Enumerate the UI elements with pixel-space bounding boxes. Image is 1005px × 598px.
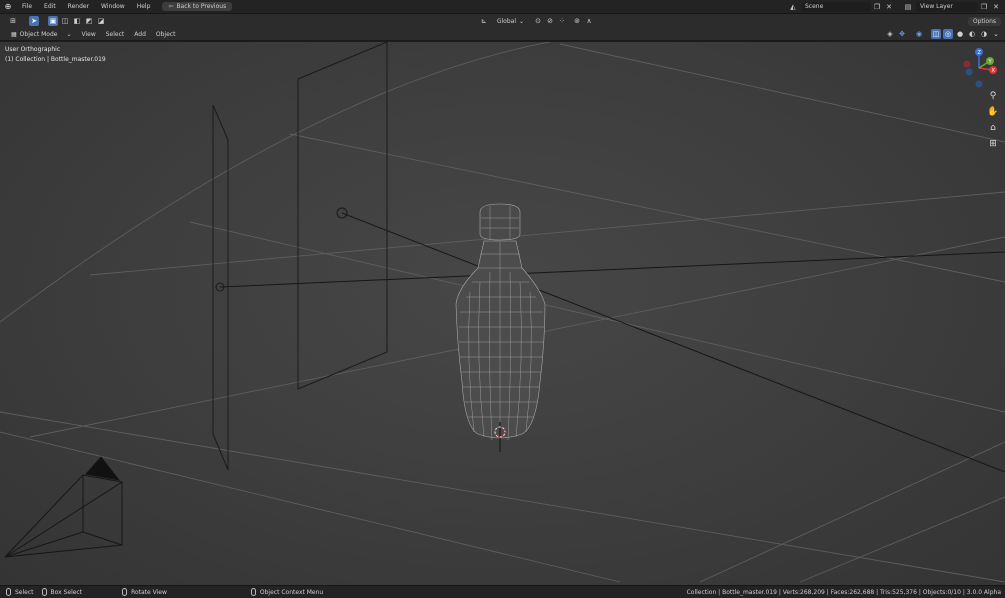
- collection-info: (1) Collection | Bottle_master.019: [5, 56, 106, 63]
- back-to-previous-label: Back to Previous: [176, 3, 227, 10]
- bottle-wireframe: [455, 203, 546, 441]
- 3d-viewport[interactable]: User Orthographic (1) Collection | Bottl…: [0, 42, 1005, 585]
- back-to-previous-button[interactable]: ⇦ Back to Previous: [162, 2, 233, 11]
- status-rotate-view-label: Rotate View: [131, 588, 167, 596]
- tool-settings-bar: ⊞ ➤ ▣ ◫ ◧ ◩ ◪ ⊾ Global ⌄ ⊙ ⊘ ⁘ ⊚ ∧ Optio…: [0, 14, 1005, 28]
- menu-window[interactable]: Window: [95, 3, 131, 10]
- gizmo-toggle-icon[interactable]: ✥: [897, 29, 907, 39]
- snap-toggle-icon[interactable]: ⊘: [545, 16, 555, 26]
- pivot-point-icon[interactable]: ⊙: [533, 16, 543, 26]
- menu-render[interactable]: Render: [62, 3, 95, 10]
- header-menu-view[interactable]: View: [77, 31, 101, 38]
- light-direction-lines: [219, 212, 1005, 473]
- proportional-editing-icon[interactable]: ⊚: [572, 16, 582, 26]
- new-scene-icon[interactable]: ❐: [872, 2, 882, 12]
- overlay-toggle-icon[interactable]: ◉: [914, 29, 924, 39]
- chevron-down-icon: ⌄: [66, 30, 72, 38]
- editor-type-icon[interactable]: ⊞: [6, 16, 20, 26]
- gizmo-z-label: Z: [978, 50, 982, 56]
- object-mode-icon: ▦: [11, 30, 17, 38]
- gizmo-neg-y-icon[interactable]: [965, 68, 973, 76]
- transform-orientation-icon[interactable]: ⊾: [479, 16, 489, 26]
- chevron-down-icon: ⌄: [518, 17, 525, 25]
- scene-canvas: [0, 42, 1005, 583]
- view-layer-icon[interactable]: ▤: [901, 2, 915, 12]
- mouse-left-icon: [6, 588, 11, 596]
- select-mode-extend-icon[interactable]: ◫: [60, 16, 70, 26]
- gizmo-x-label: X: [992, 68, 996, 74]
- new-view-layer-icon[interactable]: ❐: [979, 2, 989, 12]
- delete-view-layer-icon[interactable]: ✕: [991, 2, 1001, 12]
- transform-orientation-dropdown[interactable]: Global ⌄: [492, 17, 529, 26]
- snap-target-icon[interactable]: ⁘: [557, 16, 567, 26]
- shading-options-icon[interactable]: ⌄: [991, 29, 1001, 39]
- options-label: Options: [972, 17, 997, 25]
- status-bar: Select Box Select Rotate View Object Con…: [0, 585, 1005, 598]
- options-dropdown[interactable]: Options: [967, 16, 1002, 26]
- view-layer-field[interactable]: View Layer: [916, 1, 978, 12]
- select-mode-new-icon[interactable]: ▣: [48, 16, 58, 26]
- scene-icon[interactable]: ◭: [786, 2, 800, 12]
- transform-orientation-value: Global: [496, 17, 516, 25]
- select-tool-icon[interactable]: ➤: [29, 16, 39, 26]
- falloff-icon[interactable]: ∧: [584, 16, 594, 26]
- solid-shading-icon[interactable]: ●: [955, 29, 965, 39]
- material-shading-icon[interactable]: ◐: [967, 29, 977, 39]
- rendered-shading-icon[interactable]: ◑: [979, 29, 989, 39]
- view-layer-name: View Layer: [920, 3, 953, 10]
- mouse-middle-icon: [122, 588, 128, 596]
- status-rotate-view: Rotate View: [122, 588, 167, 596]
- ortho-grid-icon[interactable]: ⊞: [987, 138, 999, 150]
- delete-scene-icon[interactable]: ✕: [884, 2, 894, 12]
- zoom-icon[interactable]: ⚲: [987, 90, 999, 102]
- scene-statistics: Collection | Bottle_master.019 | Verts:2…: [686, 588, 1001, 596]
- back-icon: ⇦: [168, 3, 174, 10]
- status-box-select: Box Select: [41, 588, 83, 596]
- select-mode-intersect-icon[interactable]: ◪: [96, 16, 106, 26]
- menu-file[interactable]: File: [16, 3, 38, 10]
- xray-toggle-icon[interactable]: ◫: [931, 29, 941, 39]
- header-menu-select[interactable]: Select: [101, 31, 130, 38]
- status-context-menu: Object Context Menu: [250, 588, 324, 596]
- object-mode-label: Object Mode: [19, 30, 58, 38]
- mouse-drag-icon: [41, 588, 47, 596]
- status-select-label: Select: [15, 588, 34, 596]
- select-mode-invert-icon[interactable]: ◩: [84, 16, 94, 26]
- scene-name: Scene: [805, 3, 824, 10]
- blender-logo-icon[interactable]: ⊕: [0, 2, 16, 11]
- view-name: User Orthographic: [5, 46, 61, 53]
- scene-field[interactable]: Scene: [801, 1, 871, 12]
- menu-edit[interactable]: Edit: [38, 3, 62, 10]
- gizmo-neg-x-icon[interactable]: [963, 60, 971, 68]
- wireframe-shading-icon[interactable]: ◎: [943, 29, 953, 39]
- header-menu-object[interactable]: Object: [151, 31, 181, 38]
- gizmo-neg-z-icon[interactable]: [975, 80, 983, 88]
- menu-help[interactable]: Help: [131, 3, 157, 10]
- camera-object: [4, 456, 124, 558]
- visibility-icon[interactable]: ◈: [885, 29, 895, 39]
- status-box-select-label: Box Select: [50, 588, 83, 596]
- camera-view-icon[interactable]: ⌂: [987, 122, 999, 134]
- viewport-header: ▦ Object Mode ⌄ View Select Add Object ◈…: [0, 28, 1005, 41]
- object-mode-dropdown[interactable]: ▦ Object Mode ⌄: [6, 30, 77, 39]
- header-menu-add[interactable]: Add: [129, 31, 151, 38]
- top-bar: ⊕ File Edit Render Window Help ⇦ Back to…: [0, 0, 1005, 14]
- status-select: Select: [6, 588, 34, 596]
- pan-hand-icon[interactable]: ✋: [987, 106, 999, 118]
- status-context-menu-label: Object Context Menu: [259, 588, 324, 596]
- mouse-right-icon: [250, 588, 256, 596]
- navigation-gizmo[interactable]: X Y Z: [957, 46, 1001, 90]
- select-mode-subtract-icon[interactable]: ◧: [72, 16, 82, 26]
